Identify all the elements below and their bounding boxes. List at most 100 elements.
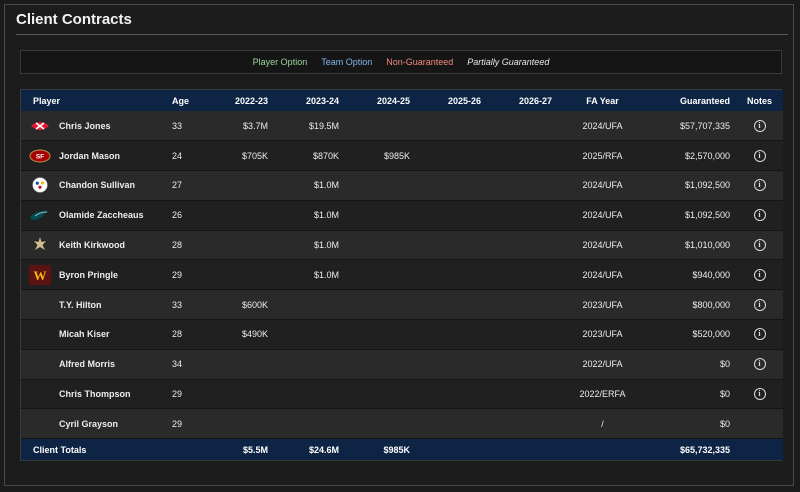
col-header-2024-25[interactable]: 2024-25 — [345, 90, 416, 111]
guaranteed-cell: $1,010,000 — [684, 240, 730, 251]
player-cell[interactable]: Keith Kirkwood — [21, 230, 164, 260]
player-cell[interactable]: Micah Kiser — [21, 320, 164, 350]
player-name[interactable]: Alfred Morris — [59, 359, 115, 369]
player-name[interactable]: Byron Pringle — [59, 270, 118, 280]
info-icon[interactable]: i — [753, 358, 766, 371]
age-cell: 24 — [172, 150, 183, 161]
salary-cell-2024-25 — [345, 260, 416, 290]
guaranteed-cell: $57,707,335 — [679, 120, 730, 131]
info-icon[interactable]: i — [753, 119, 766, 132]
salary-cell-2023-24 — [274, 409, 345, 439]
table-row[interactable]: Keith Kirkwood 28 $1.0M 2024/UFA $1,010,000 i — [21, 230, 783, 260]
table-row[interactable]: Olamide Zaccheaus 26 $1.0M 2024/UFA $1,092,5… — [21, 200, 783, 231]
totals-age — [164, 439, 206, 460]
player-name[interactable]: Olamide Zaccheaus — [59, 210, 144, 220]
info-icon[interactable]: i — [753, 179, 766, 192]
salary-cell-2024-25: $985K — [383, 150, 410, 161]
player-cell-content: Keith Kirkwood — [29, 235, 158, 255]
player-cell-content: W Byron Pringle — [29, 264, 158, 285]
salary-cell-2023-24: $19.5M — [308, 120, 339, 131]
logo-placeholder — [29, 354, 51, 374]
fa-year-cell: 2023/UFA — [582, 299, 623, 310]
player-cell[interactable]: Alfred Morris — [21, 349, 164, 379]
salary-cell-2023-24 — [274, 290, 345, 320]
player-cell[interactable]: Olamide Zaccheaus — [21, 200, 164, 230]
player-cell-content: Cyril Grayson — [29, 414, 158, 434]
col-header-fa-year[interactable]: FA Year — [558, 90, 647, 111]
player-cell[interactable]: Chandon Sullivan — [21, 171, 164, 201]
contract-legend: Player Option Team Option Non-Guaranteed… — [20, 50, 782, 74]
totals-2026-27 — [487, 439, 558, 460]
contracts-table: Player Age 2022-23 2023-24 2024-25 2025-… — [20, 89, 783, 461]
col-header-guaranteed[interactable]: Guaranteed — [647, 90, 736, 111]
guaranteed-cell: $940,000 — [692, 269, 730, 280]
chiefs-logo-icon — [29, 116, 51, 136]
salary-cell-2026-27 — [487, 320, 558, 350]
player-cell[interactable]: Chris Thompson — [21, 379, 164, 409]
salary-cell-2023-24: $1.0M — [313, 210, 339, 221]
player-name[interactable]: Chris Thompson — [59, 389, 131, 399]
info-icon[interactable]: i — [753, 328, 766, 341]
player-cell[interactable]: SF Jordan Mason — [21, 141, 164, 171]
notes-cell: i — [736, 230, 783, 260]
commanders-logo-icon: W — [29, 264, 51, 285]
col-header-age[interactable]: Age — [164, 90, 206, 111]
player-name[interactable]: T.Y. Hilton — [59, 300, 102, 310]
table-row[interactable]: T.Y. Hilton 33 $600K 2023/UFA $800,000 i — [21, 289, 783, 320]
guaranteed-cell: $0 — [719, 359, 730, 370]
notes-cell: i — [736, 171, 783, 201]
info-icon[interactable]: i — [753, 239, 766, 252]
salary-cell-2025-26 — [416, 349, 487, 379]
table-row[interactable]: Cyril Grayson 29 / $0 — [21, 408, 783, 439]
player-name[interactable]: Cyril Grayson — [59, 419, 118, 429]
steelers-logo-icon — [29, 175, 51, 195]
player-cell[interactable]: W Byron Pringle — [21, 260, 164, 290]
info-icon[interactable]: i — [753, 149, 766, 162]
salary-cell-2024-25 — [345, 111, 416, 141]
player-cell[interactable]: Cyril Grayson — [21, 409, 164, 439]
player-name[interactable]: Keith Kirkwood — [59, 240, 125, 250]
col-header-2023-24[interactable]: 2023-24 — [274, 90, 345, 111]
table-row[interactable]: Chris Jones 33 $3.7M $19.5M 2024/UFA $57,707,… — [21, 111, 783, 141]
totals-2022-23: $5.5M — [242, 444, 268, 455]
col-header-2025-26[interactable]: 2025-26 — [416, 90, 487, 111]
salary-cell-2025-26 — [416, 111, 487, 141]
player-name[interactable]: Jordan Mason — [59, 151, 120, 161]
age-cell: 29 — [172, 389, 183, 400]
player-cell[interactable]: T.Y. Hilton — [21, 290, 164, 320]
table-row[interactable]: Alfred Morris 34 2022/UFA $0 i — [21, 349, 783, 380]
info-icon[interactable]: i — [753, 388, 766, 401]
guaranteed-cell: $1,092,500 — [684, 210, 730, 221]
salary-cell-2022-23 — [206, 409, 274, 439]
table-row[interactable]: Chandon Sullivan 27 $1.0M 2024/UFA $1,092,50… — [21, 170, 783, 201]
info-icon[interactable]: i — [753, 268, 766, 281]
col-header-player[interactable]: Player — [21, 90, 164, 111]
logo-placeholder — [29, 324, 51, 344]
table-row[interactable]: SF Jordan Mason 24 $705K $870K $985K 2025/RFA $… — [21, 140, 783, 171]
player-cell-content: Chris Thompson — [29, 384, 158, 404]
fa-year-cell: 2024/UFA — [582, 240, 623, 251]
table-row[interactable]: Micah Kiser 28 $490K 2023/UFA $520,000 i — [21, 319, 783, 350]
player-cell-content: Olamide Zaccheaus — [29, 205, 158, 225]
salary-cell-2025-26 — [416, 320, 487, 350]
player-name[interactable]: Chandon Sullivan — [59, 180, 135, 190]
player-name[interactable]: Chris Jones — [59, 121, 111, 131]
info-icon[interactable]: i — [753, 298, 766, 311]
salary-cell-2025-26 — [416, 230, 487, 260]
totals-label: Client Totals — [33, 444, 87, 455]
eagles-logo-icon — [29, 205, 51, 225]
col-header-2026-27[interactable]: 2026-27 — [487, 90, 558, 111]
salary-cell-2022-23: $3.7M — [242, 120, 268, 131]
salary-cell-2026-27 — [487, 409, 558, 439]
salary-cell-2022-23: $600K — [241, 299, 268, 310]
page-title: Client Contracts — [16, 11, 132, 28]
table-row[interactable]: Chris Thompson 29 2022/ERFA $0 i — [21, 379, 783, 409]
notes-cell — [736, 409, 783, 439]
player-cell[interactable]: Chris Jones — [21, 111, 164, 141]
table-row[interactable]: W Byron Pringle 29 $1.0M 2024/UFA $940,000 i — [21, 259, 783, 290]
info-icon[interactable]: i — [753, 209, 766, 222]
col-header-2022-23[interactable]: 2022-23 — [206, 90, 274, 111]
guaranteed-cell: $0 — [719, 418, 730, 429]
salary-cell-2024-25 — [345, 290, 416, 320]
player-name[interactable]: Micah Kiser — [59, 329, 110, 339]
